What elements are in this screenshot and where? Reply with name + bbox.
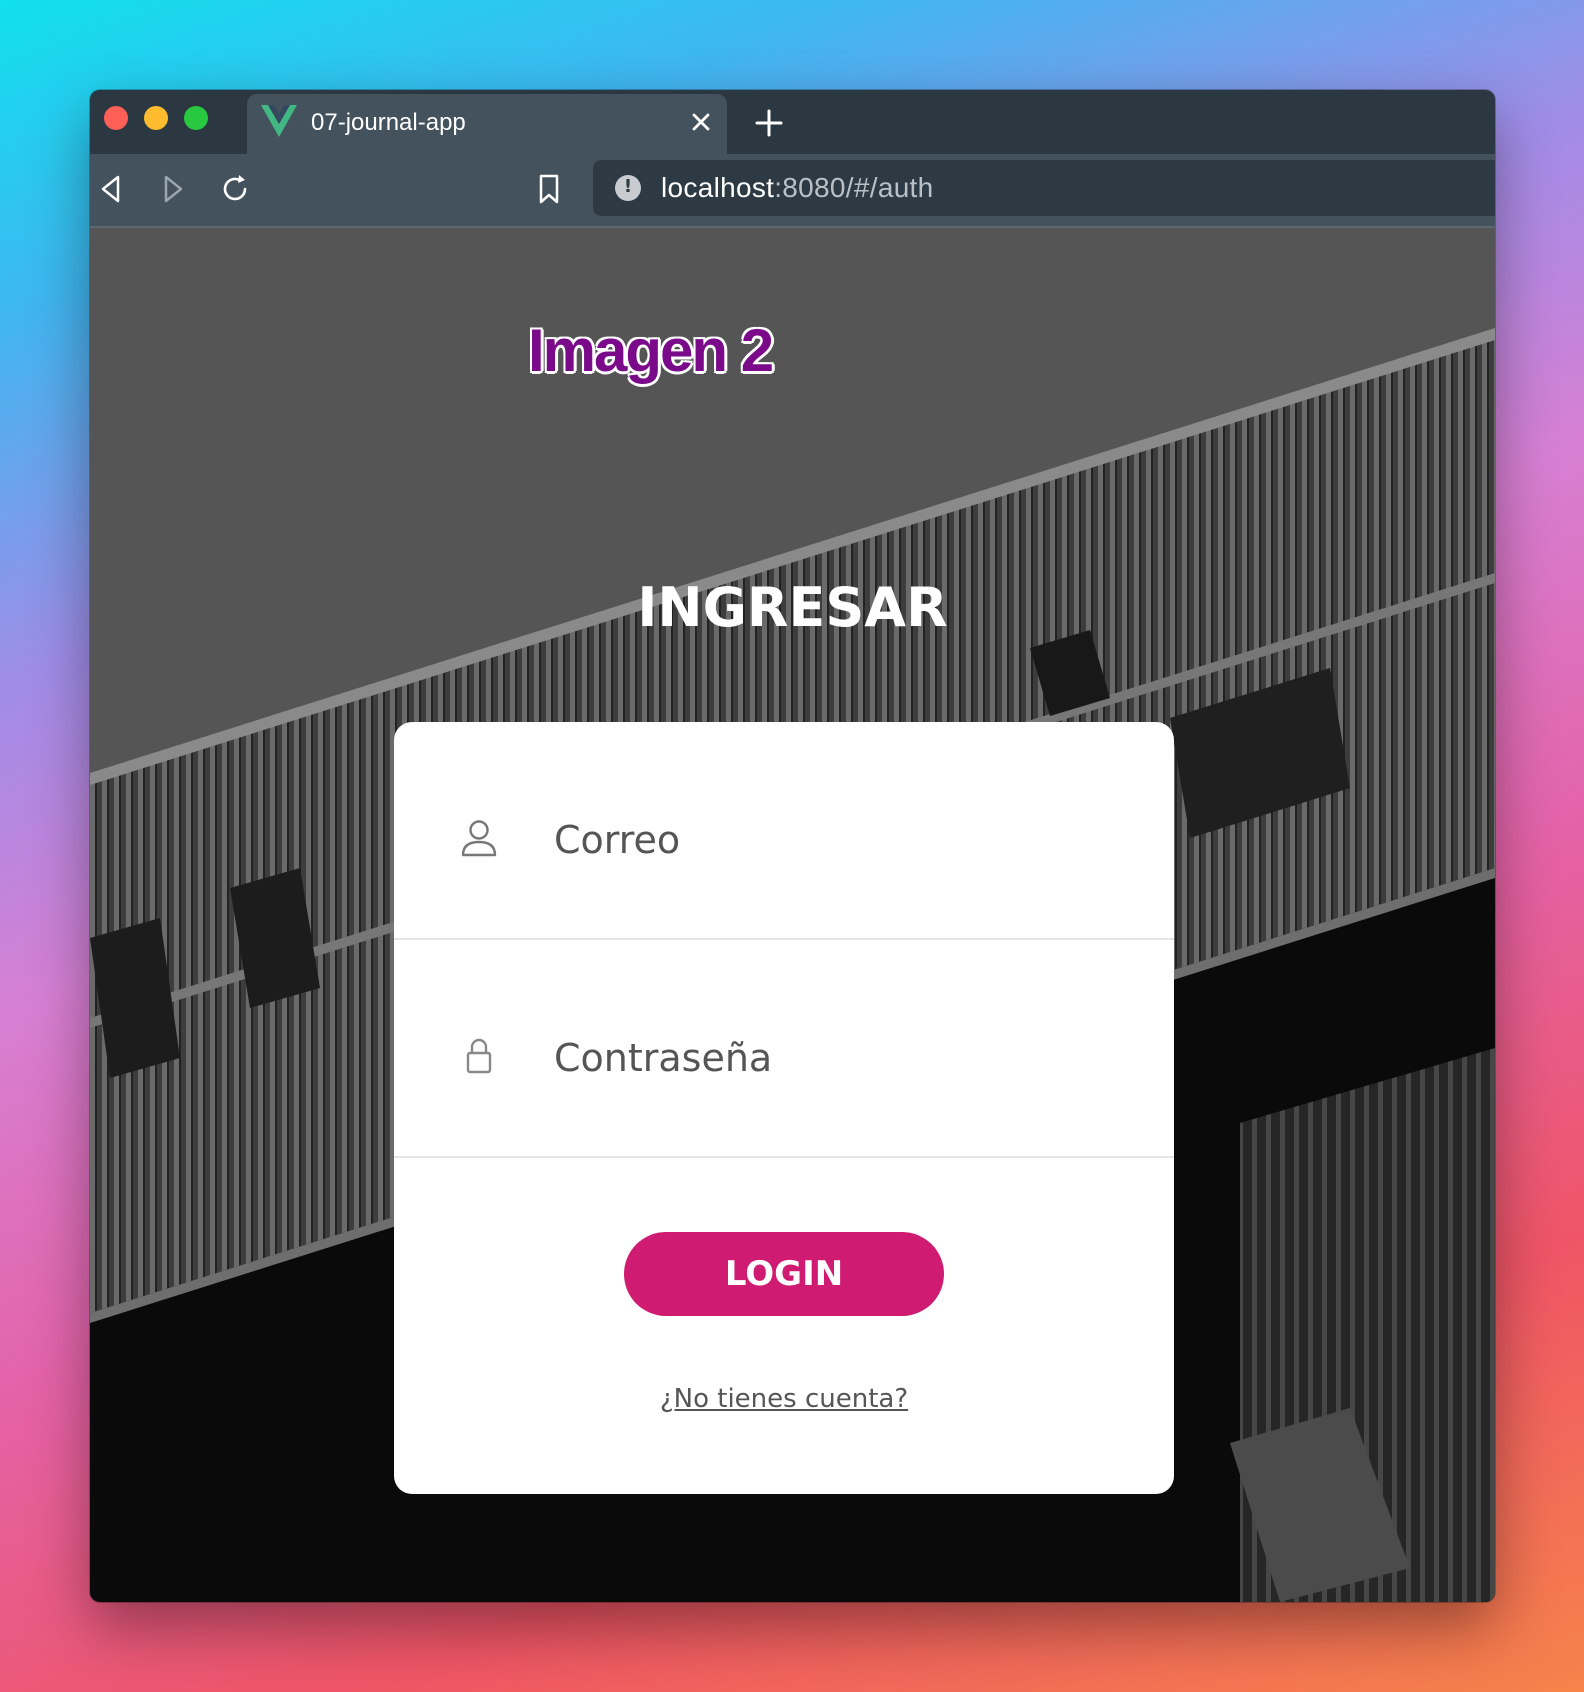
tab-title: 07-journal-app [311, 109, 466, 136]
password-input[interactable] [554, 1028, 1134, 1088]
password-field-row [394, 940, 1174, 1158]
signup-link[interactable]: ¿No tienes cuenta? [394, 1384, 1174, 1414]
login-card: LOGIN ¿No tienes cuenta? [394, 722, 1174, 1494]
info-icon[interactable] [615, 175, 641, 201]
image-label: Imagen 2 [528, 317, 774, 384]
browser-window: 07-journal-app localhost:8080/#/auth [90, 90, 1495, 1602]
page-title: INGRESAR [637, 576, 948, 639]
browser-titlebar: 07-journal-app [90, 90, 1495, 154]
url-text[interactable]: localhost:8080/#/auth [661, 172, 934, 204]
minimize-window-button[interactable] [144, 106, 168, 130]
email-field-row [394, 722, 1174, 940]
plus-icon[interactable] [754, 108, 784, 138]
tab-journal-app[interactable]: 07-journal-app [247, 94, 727, 154]
page-content: Imagen 2 INGRESAR LOGIN ¿No tienes cuent… [90, 228, 1495, 1602]
bookmark-icon[interactable] [532, 172, 566, 206]
url-host: localhost [661, 172, 775, 203]
vue-logo-icon [261, 105, 297, 137]
close-icon[interactable] [687, 108, 715, 136]
login-button[interactable]: LOGIN [624, 1232, 944, 1316]
maximize-window-button[interactable] [184, 106, 208, 130]
email-input[interactable] [554, 810, 1134, 870]
back-arrow-icon[interactable] [94, 172, 128, 206]
close-window-button[interactable] [104, 106, 128, 130]
forward-arrow-icon[interactable] [156, 172, 190, 206]
url-path: :8080/#/auth [774, 172, 934, 203]
reload-icon[interactable] [218, 172, 252, 206]
lock-icon [466, 1038, 492, 1074]
user-icon [461, 820, 497, 857]
address-bar[interactable]: localhost:8080/#/auth [593, 160, 1495, 216]
browser-toolbar: localhost:8080/#/auth [90, 154, 1495, 228]
